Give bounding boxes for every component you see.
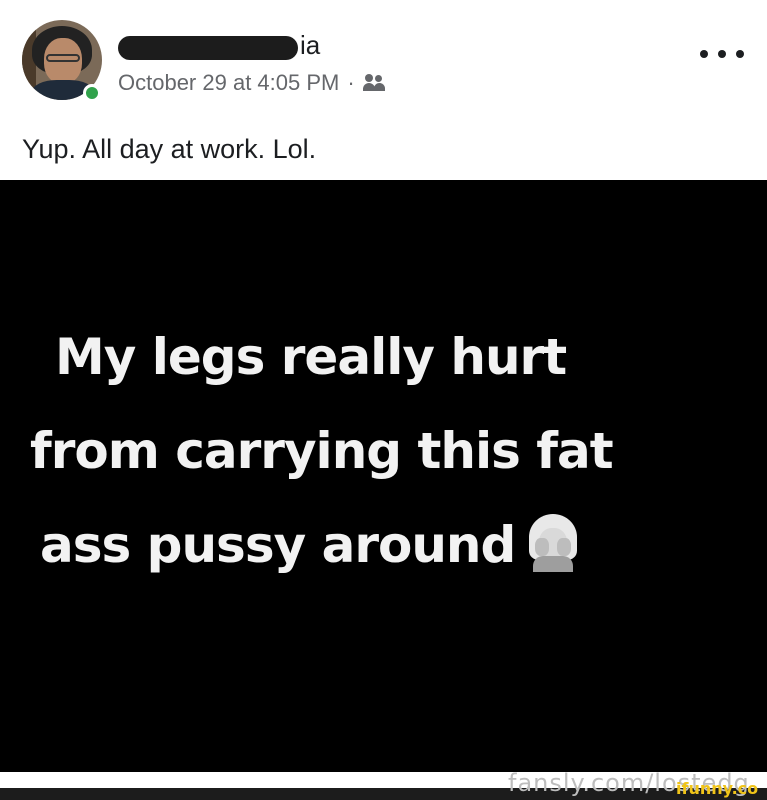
author-name[interactable]: ia — [300, 30, 320, 60]
author-name-redaction — [118, 36, 298, 60]
post-timestamp[interactable]: October 29 at 4:05 PM — [118, 70, 339, 96]
image-text-line-1: My legs really hurt — [55, 328, 567, 386]
meta-separator: · — [347, 70, 355, 95]
more-options-icon[interactable] — [700, 42, 744, 66]
image-text-line-3-wrap: ass pussy around — [30, 498, 740, 592]
facepalm-woman-emoji-icon — [527, 514, 579, 572]
friends-icon[interactable] — [362, 74, 385, 92]
online-status-dot — [83, 84, 101, 102]
image-text-line-2: from carrying this fat — [30, 422, 614, 480]
image-text-line-3: ass pussy around — [40, 516, 516, 574]
post-caption: Yup. All day at work. Lol. — [22, 134, 317, 164]
post-header: ia October 29 at 4:05 PM · Yup. All day … — [0, 0, 767, 180]
image-text: My legs really hurt from carrying this f… — [30, 310, 740, 592]
post-image[interactable]: My legs really hurt from carrying this f… — [0, 180, 767, 772]
post-meta: October 29 at 4:05 PM · — [118, 70, 385, 96]
ifunny-watermark: ifunny.co — [676, 779, 759, 798]
